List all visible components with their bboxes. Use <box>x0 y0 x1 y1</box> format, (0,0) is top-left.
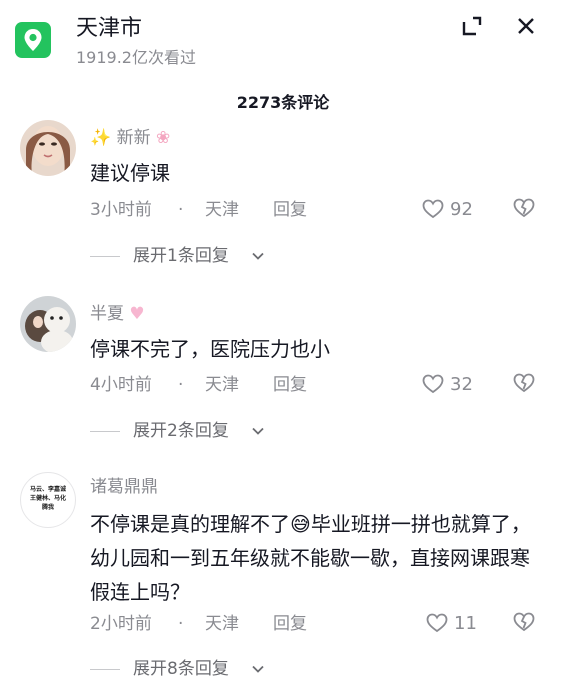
dislike-button[interactable] <box>513 612 537 636</box>
like-count: 32 <box>450 374 473 395</box>
reply-button[interactable]: 回复 <box>273 198 307 222</box>
close-button[interactable] <box>514 14 538 38</box>
sparkle-icon: ✨ <box>90 128 112 148</box>
like-button[interactable]: 11 <box>426 612 482 636</box>
like-count: 92 <box>450 199 473 220</box>
page-title: 天津市 <box>76 16 143 41</box>
expand-replies-button[interactable]: 展开1条回复 <box>90 244 390 268</box>
close-icon <box>518 18 534 34</box>
username[interactable]: ✨ 新新 ❀ <box>90 126 170 150</box>
avatar[interactable] <box>20 120 76 176</box>
location-pin-icon <box>15 22 51 58</box>
location: 天津 <box>205 375 239 395</box>
username[interactable]: 半夏 ♥ <box>90 302 145 326</box>
timestamp: 3小时前 <box>90 200 152 220</box>
heart-emoji-icon: ♥ <box>129 304 145 324</box>
avatar-text: 马云、李嘉诚王健林、马化腾我 <box>29 486 66 511</box>
username[interactable]: 诸葛鼎鼎 <box>90 475 158 499</box>
like-button[interactable]: 32 <box>422 373 482 397</box>
header: 天津市 1919.2亿次看过 <box>0 0 566 80</box>
comment-item: 半夏 ♥ 停课不完了，医院压力也小 4小时前 · 天津 回复 32 展开2条回复 <box>0 296 566 446</box>
chevron-down-icon <box>252 252 264 260</box>
timestamp: 2小时前 <box>90 614 152 634</box>
broken-heart-icon <box>513 612 535 632</box>
like-button[interactable]: 92 <box>422 198 482 222</box>
comment-item: ✨ 新新 ❀ 建议停课 3小时前 · 天津 回复 92 展开1条回复 <box>0 120 566 270</box>
chevron-down-icon <box>252 665 264 673</box>
divider <box>90 669 120 670</box>
avatar[interactable] <box>20 296 76 352</box>
expand-icon <box>462 16 482 36</box>
expand-button[interactable] <box>460 14 484 38</box>
heart-icon <box>422 199 444 219</box>
comment-text: 停课不完了，医院压力也小 <box>90 337 330 361</box>
separator-dot: · <box>178 375 184 395</box>
separator-dot: · <box>178 614 184 634</box>
expand-replies-button[interactable]: 展开2条回复 <box>90 419 390 443</box>
dislike-button[interactable] <box>513 373 537 397</box>
broken-heart-icon <box>513 373 535 393</box>
broken-heart-icon <box>513 198 535 218</box>
view-count: 1919.2亿次看过 <box>76 48 196 67</box>
divider <box>90 256 120 257</box>
separator-dot: · <box>178 200 184 220</box>
like-count: 11 <box>454 613 477 634</box>
dislike-button[interactable] <box>513 198 537 222</box>
location: 天津 <box>205 614 239 634</box>
comment-item: 马云、李嘉诚王健林、马化腾我 诸葛鼎鼎 不停课是真的理解不了😅毕业班拼一拼也就算… <box>0 472 566 679</box>
heart-icon <box>422 374 444 394</box>
timestamp: 4小时前 <box>90 375 152 395</box>
comments-count: 2273条评论 <box>236 93 330 112</box>
reply-button[interactable]: 回复 <box>273 612 307 636</box>
reply-button[interactable]: 回复 <box>273 373 307 397</box>
avatar[interactable]: 马云、李嘉诚王健林、马化腾我 <box>20 472 76 528</box>
divider <box>90 431 120 432</box>
flower-icon: ❀ <box>155 128 171 148</box>
comment-text: 建议停课 <box>90 161 170 185</box>
chevron-down-icon <box>252 427 264 435</box>
location: 天津 <box>205 200 239 220</box>
expand-replies-button[interactable]: 展开8条回复 <box>90 657 390 681</box>
heart-icon <box>426 613 448 633</box>
comment-text: 不停课是真的理解不了😅毕业班拼一拼也就算了，幼儿园和一到五年级就不能歇一歇，直接… <box>90 512 531 604</box>
